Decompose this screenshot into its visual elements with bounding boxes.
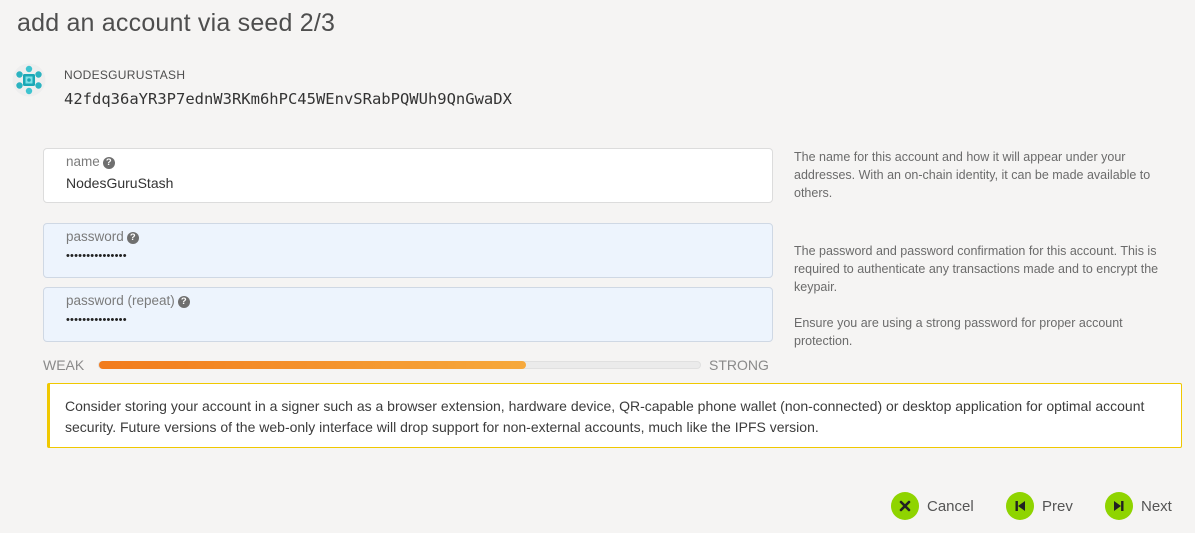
warning-text: Consider storing your account in a signe…: [65, 398, 1145, 435]
strength-strong-label: STRONG: [709, 357, 769, 373]
name-input[interactable]: NodesGuruStash: [66, 175, 173, 191]
password-strength-help-text: Ensure you are using a strong password f…: [794, 316, 1123, 348]
password-field[interactable]: password? •••••••••••••••: [43, 223, 773, 278]
account-name: NODESGURUSTASH: [64, 68, 186, 82]
next-label: Next: [1141, 497, 1172, 515]
name-label-text: name: [66, 154, 100, 169]
identicon-icon[interactable]: [12, 63, 46, 97]
help-icon[interactable]: ?: [102, 157, 115, 169]
close-icon: [891, 492, 919, 520]
next-button[interactable]: Next: [1105, 492, 1172, 520]
cancel-label: Cancel: [927, 497, 974, 515]
security-warning: Consider storing your account in a signe…: [47, 383, 1182, 448]
step-backward-icon: [1006, 492, 1034, 520]
step-forward-icon: [1105, 492, 1133, 520]
password-strength-bar: [98, 361, 701, 369]
prev-label: Prev: [1042, 497, 1073, 515]
account-address: 42fdq36aYR3P7ednW3RKm6hPC45WEnvSRabPQWUh…: [64, 90, 512, 108]
password-repeat-input[interactable]: •••••••••••••••: [66, 314, 127, 326]
password-help-text: The password and password confirmation f…: [794, 244, 1159, 294]
name-help-text: The name for this account and how it wil…: [794, 150, 1151, 200]
password-repeat-field[interactable]: password (repeat)? •••••••••••••••: [43, 287, 773, 342]
password-repeat-label-text: password (repeat): [66, 293, 175, 308]
password-label-text: password: [66, 229, 124, 244]
prev-button[interactable]: Prev: [1006, 492, 1073, 520]
help-icon[interactable]: ?: [126, 232, 139, 244]
password-input[interactable]: •••••••••••••••: [66, 250, 127, 262]
password-strength-fill: [99, 361, 526, 369]
name-field[interactable]: name? NodesGuruStash: [43, 148, 773, 203]
name-label: name?: [66, 154, 115, 169]
password-repeat-label: password (repeat)?: [66, 293, 190, 308]
help-icon[interactable]: ?: [177, 296, 190, 308]
password-label: password?: [66, 229, 139, 244]
cancel-button[interactable]: Cancel: [891, 492, 974, 520]
page-title: add an account via seed 2/3: [17, 9, 336, 37]
strength-weak-label: WEAK: [43, 357, 85, 373]
